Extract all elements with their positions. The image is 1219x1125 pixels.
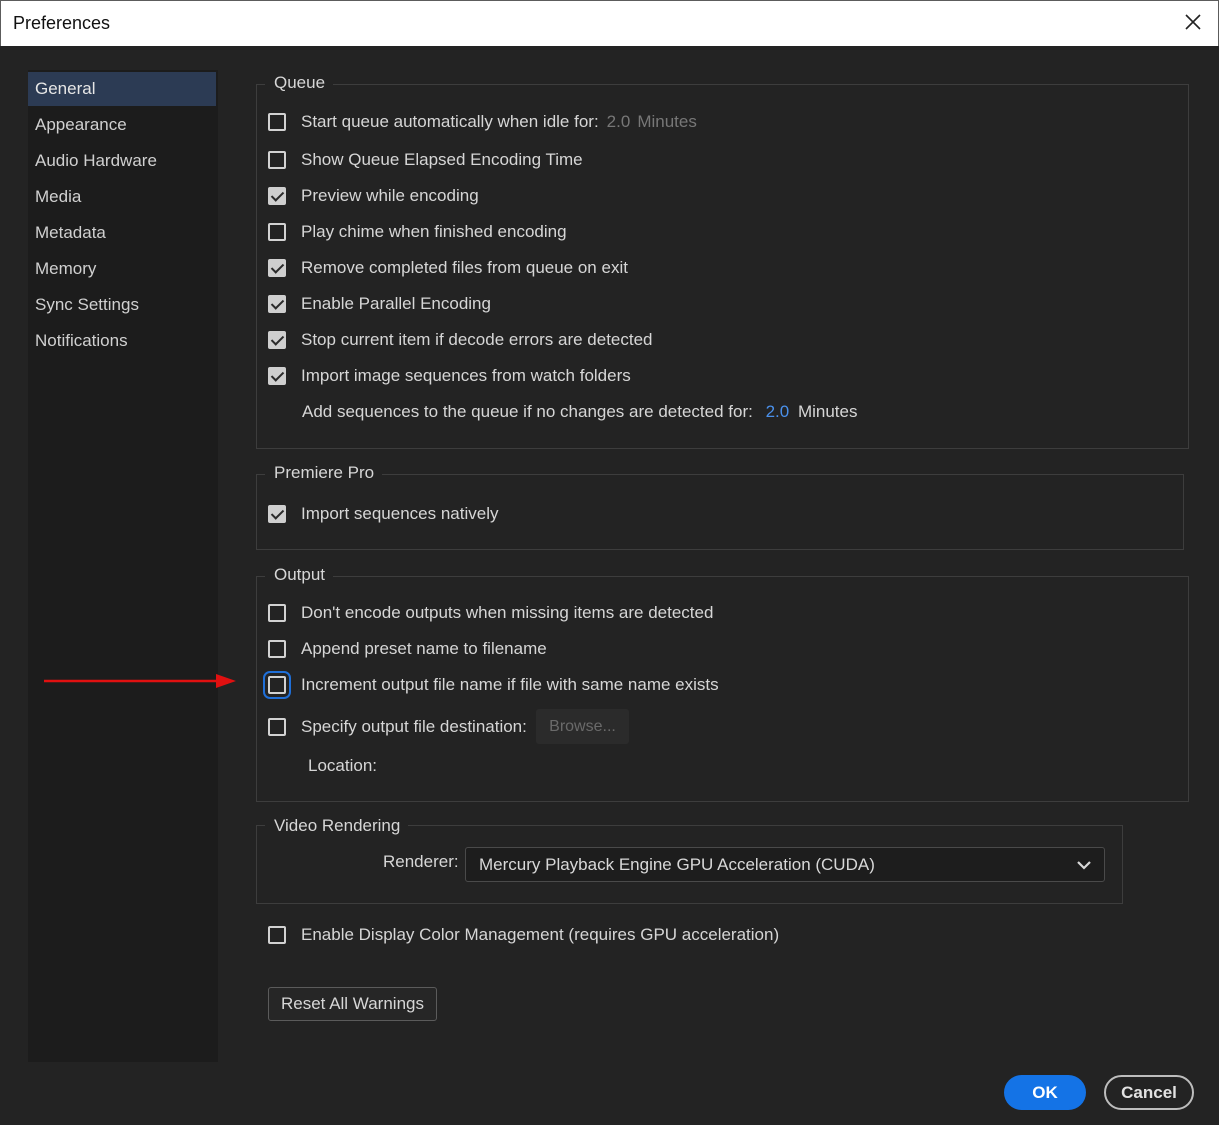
- cancel-button[interactable]: Cancel: [1104, 1075, 1194, 1110]
- sidebar-item-general[interactable]: General: [28, 72, 216, 106]
- title-bar: Preferences: [0, 0, 1219, 46]
- chevron-down-icon: [1077, 861, 1091, 870]
- specify-dest-row: Specify output file destination:: [268, 715, 527, 739]
- preview-label: Preview while encoding: [301, 186, 479, 205]
- import-native-checkbox[interactable]: [268, 505, 286, 523]
- start-queue-unit: Minutes: [637, 112, 697, 131]
- start-queue-value[interactable]: 2.0: [607, 112, 631, 132]
- import-native-row: Import sequences natively: [268, 502, 499, 526]
- increment-label: Increment output file name if file with …: [301, 675, 719, 694]
- specify-dest-checkbox[interactable]: [268, 718, 286, 736]
- add-sequences-unit: Minutes: [797, 402, 858, 421]
- import-watch-checkbox[interactable]: [268, 367, 286, 385]
- queue-legend: Queue: [265, 73, 334, 93]
- add-sequences-value[interactable]: 2.0: [766, 402, 790, 421]
- add-sequences-label: Add sequences to the queue if no changes…: [302, 402, 753, 421]
- sidebar: General Appearance Audio Hardware Media …: [28, 70, 218, 1062]
- show-elapsed-checkbox[interactable]: [268, 151, 286, 169]
- color-mgmt-label: Enable Display Color Management (require…: [301, 925, 780, 944]
- remove-completed-row: Remove completed files from queue on exi…: [268, 256, 628, 280]
- stop-decode-row: Stop current item if decode errors are d…: [268, 328, 653, 352]
- sidebar-item-sync-settings[interactable]: Sync Settings: [28, 288, 216, 322]
- sidebar-item-media[interactable]: Media: [28, 180, 216, 214]
- start-queue-row: Start queue automatically when idle for:…: [268, 110, 697, 134]
- import-watch-row: Import image sequences from watch folder…: [268, 364, 631, 388]
- color-mgmt-row: Enable Display Color Management (require…: [268, 923, 779, 947]
- location-label: Location:: [308, 756, 377, 775]
- browse-button[interactable]: Browse...: [536, 709, 629, 744]
- increment-row: Increment output file name if file with …: [263, 671, 719, 699]
- parallel-label: Enable Parallel Encoding: [301, 294, 491, 313]
- sidebar-item-notifications[interactable]: Notifications: [28, 324, 216, 358]
- sidebar-item-audio-hardware[interactable]: Audio Hardware: [28, 144, 216, 178]
- chime-row: Play chime when finished encoding: [268, 220, 567, 244]
- sidebar-item-metadata[interactable]: Metadata: [28, 216, 216, 250]
- renderer-value: Mercury Playback Engine GPU Acceleration…: [479, 855, 875, 874]
- renderer-select[interactable]: Mercury Playback Engine GPU Acceleration…: [465, 847, 1105, 882]
- preview-checkbox[interactable]: [268, 187, 286, 205]
- remove-completed-checkbox[interactable]: [268, 259, 286, 277]
- dont-encode-checkbox[interactable]: [268, 604, 286, 622]
- start-queue-label: Start queue automatically when idle for:: [301, 112, 599, 131]
- parallel-checkbox[interactable]: [268, 295, 286, 313]
- output-legend: Output: [265, 565, 334, 585]
- premiere-legend: Premiere Pro: [265, 463, 383, 483]
- video-rendering-legend: Video Rendering: [265, 816, 409, 836]
- show-elapsed-row: Show Queue Elapsed Encoding Time: [268, 148, 583, 172]
- append-preset-row: Append preset name to filename: [268, 637, 547, 661]
- annotation-arrow-icon: [44, 674, 236, 688]
- ok-button[interactable]: OK: [1004, 1075, 1086, 1110]
- add-sequences-row: Add sequences to the queue if no changes…: [302, 402, 857, 422]
- sidebar-item-memory[interactable]: Memory: [28, 252, 216, 286]
- stop-decode-label: Stop current item if decode errors are d…: [301, 330, 653, 349]
- chime-checkbox[interactable]: [268, 223, 286, 241]
- sidebar-item-appearance[interactable]: Appearance: [28, 108, 216, 142]
- start-queue-checkbox[interactable]: [268, 113, 286, 131]
- parallel-row: Enable Parallel Encoding: [268, 292, 491, 316]
- show-elapsed-label: Show Queue Elapsed Encoding Time: [301, 150, 583, 169]
- append-preset-label: Append preset name to filename: [301, 639, 547, 658]
- preview-row: Preview while encoding: [268, 184, 479, 208]
- remove-completed-label: Remove completed files from queue on exi…: [301, 258, 628, 277]
- specify-dest-label: Specify output file destination:: [301, 717, 527, 736]
- stop-decode-checkbox[interactable]: [268, 331, 286, 349]
- color-mgmt-checkbox[interactable]: [268, 926, 286, 944]
- dont-encode-label: Don't encode outputs when missing items …: [301, 603, 714, 622]
- increment-checkbox[interactable]: [263, 671, 291, 699]
- reset-warnings-button[interactable]: Reset All Warnings: [268, 987, 437, 1021]
- append-preset-checkbox[interactable]: [268, 640, 286, 658]
- window-title: Preferences: [13, 13, 111, 33]
- close-icon[interactable]: [1182, 11, 1204, 33]
- import-native-label: Import sequences natively: [301, 504, 499, 523]
- renderer-label: Renderer:: [383, 852, 459, 871]
- import-watch-label: Import image sequences from watch folder…: [301, 366, 631, 385]
- dont-encode-row: Don't encode outputs when missing items …: [268, 601, 713, 625]
- chime-label: Play chime when finished encoding: [301, 222, 567, 241]
